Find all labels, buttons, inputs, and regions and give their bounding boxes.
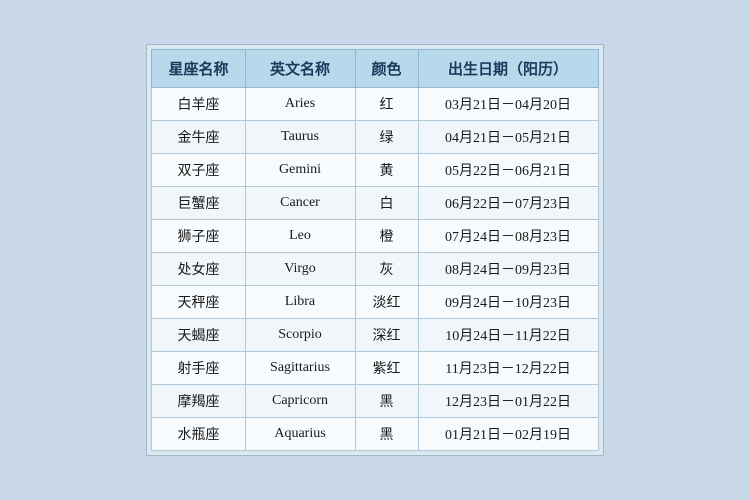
cell-cn-name: 天蝎座 — [152, 319, 245, 352]
table-row: 水瓶座Aquarius黑01月21日－02月19日 — [152, 418, 598, 451]
table-row: 天秤座Libra淡红09月24日－10月23日 — [152, 286, 598, 319]
cell-cn-name: 双子座 — [152, 154, 245, 187]
cell-color: 灰 — [355, 253, 418, 286]
table-body: 白羊座Aries红03月21日－04月20日金牛座Taurus绿04月21日－0… — [152, 88, 598, 451]
cell-en-name: Gemini — [245, 154, 355, 187]
cell-color: 橙 — [355, 220, 418, 253]
cell-en-name: Virgo — [245, 253, 355, 286]
cell-date-range: 11月23日－12月22日 — [418, 352, 598, 385]
cell-cn-name: 金牛座 — [152, 121, 245, 154]
cell-date-range: 09月24日－10月23日 — [418, 286, 598, 319]
cell-en-name: Cancer — [245, 187, 355, 220]
cell-cn-name: 摩羯座 — [152, 385, 245, 418]
zodiac-table: 星座名称 英文名称 颜色 出生日期（阳历） 白羊座Aries红03月21日－04… — [151, 49, 598, 451]
table-row: 处女座Virgo灰08月24日－09月23日 — [152, 253, 598, 286]
cell-cn-name: 射手座 — [152, 352, 245, 385]
cell-date-range: 08月24日－09月23日 — [418, 253, 598, 286]
table-header-row: 星座名称 英文名称 颜色 出生日期（阳历） — [152, 50, 598, 88]
cell-en-name: Aquarius — [245, 418, 355, 451]
cell-en-name: Capricorn — [245, 385, 355, 418]
cell-cn-name: 白羊座 — [152, 88, 245, 121]
cell-en-name: Aries — [245, 88, 355, 121]
cell-color: 白 — [355, 187, 418, 220]
table-row: 巨蟹座Cancer白06月22日－07月23日 — [152, 187, 598, 220]
cell-color: 黑 — [355, 418, 418, 451]
cell-date-range: 07月24日－08月23日 — [418, 220, 598, 253]
cell-color: 红 — [355, 88, 418, 121]
table-row: 狮子座Leo橙07月24日－08月23日 — [152, 220, 598, 253]
cell-color: 黑 — [355, 385, 418, 418]
header-color: 颜色 — [355, 50, 418, 88]
cell-color: 黄 — [355, 154, 418, 187]
cell-cn-name: 处女座 — [152, 253, 245, 286]
cell-cn-name: 水瓶座 — [152, 418, 245, 451]
cell-en-name: Libra — [245, 286, 355, 319]
table-row: 双子座Gemini黄05月22日－06月21日 — [152, 154, 598, 187]
cell-date-range: 01月21日－02月19日 — [418, 418, 598, 451]
cell-cn-name: 巨蟹座 — [152, 187, 245, 220]
table-row: 白羊座Aries红03月21日－04月20日 — [152, 88, 598, 121]
cell-cn-name: 天秤座 — [152, 286, 245, 319]
table-row: 金牛座Taurus绿04月21日－05月21日 — [152, 121, 598, 154]
cell-date-range: 03月21日－04月20日 — [418, 88, 598, 121]
table-row: 摩羯座Capricorn黑12月23日－01月22日 — [152, 385, 598, 418]
cell-color: 淡红 — [355, 286, 418, 319]
cell-date-range: 06月22日－07月23日 — [418, 187, 598, 220]
cell-cn-name: 狮子座 — [152, 220, 245, 253]
cell-date-range: 04月21日－05月21日 — [418, 121, 598, 154]
cell-color: 绿 — [355, 121, 418, 154]
cell-date-range: 05月22日－06月21日 — [418, 154, 598, 187]
zodiac-table-container: 星座名称 英文名称 颜色 出生日期（阳历） 白羊座Aries红03月21日－04… — [146, 44, 603, 456]
table-row: 射手座Sagittarius紫红11月23日－12月22日 — [152, 352, 598, 385]
cell-date-range: 12月23日－01月22日 — [418, 385, 598, 418]
header-date-range: 出生日期（阳历） — [418, 50, 598, 88]
cell-date-range: 10月24日－11月22日 — [418, 319, 598, 352]
cell-en-name: Scorpio — [245, 319, 355, 352]
cell-en-name: Taurus — [245, 121, 355, 154]
table-row: 天蝎座Scorpio深红10月24日－11月22日 — [152, 319, 598, 352]
header-en-name: 英文名称 — [245, 50, 355, 88]
header-cn-name: 星座名称 — [152, 50, 245, 88]
cell-en-name: Leo — [245, 220, 355, 253]
cell-color: 紫红 — [355, 352, 418, 385]
cell-en-name: Sagittarius — [245, 352, 355, 385]
cell-color: 深红 — [355, 319, 418, 352]
